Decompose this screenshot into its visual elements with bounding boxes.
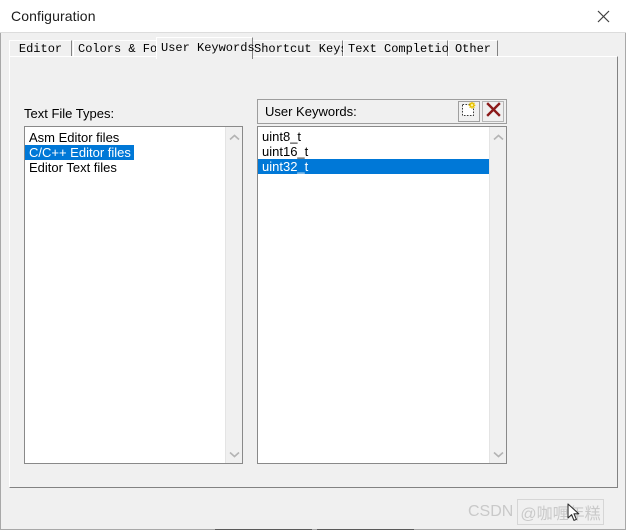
dialog-body: Editor Colors & Fonts User Keywords Shor… [0, 33, 626, 530]
delete-x-icon [485, 101, 501, 122]
list-item[interactable]: uint16_t [258, 144, 489, 159]
dialog-footer: OK Cancel [1, 492, 625, 530]
tab-shortcut-keys-label: Shortcut Keys [254, 42, 348, 56]
text-file-types-label: Text File Types: [24, 106, 115, 121]
tab-other-label: Other [454, 42, 491, 56]
text-file-types-listbox[interactable]: Asm Editor files C/C++ Editor files Edit… [24, 126, 243, 464]
tab-text-completion-label: Text Completion [348, 42, 457, 56]
user-keywords-label: User Keywords: [265, 104, 357, 119]
chevron-up-icon [228, 128, 240, 146]
list-item-label-selected: C/C++ Editor files [25, 145, 134, 160]
list-item[interactable]: Editor Text files [25, 159, 225, 175]
list-item-selected[interactable]: uint32_t [258, 159, 489, 174]
list-item[interactable]: C/C++ Editor files [25, 144, 225, 160]
chevron-down-icon [492, 445, 504, 463]
user-keywords-list: uint8_t uint16_t uint32_t [258, 127, 489, 174]
scroll-up-button[interactable] [226, 128, 242, 145]
configuration-dialog: Configuration Editor Colors & Fonts User… [0, 0, 626, 530]
delete-keyword-button[interactable] [482, 101, 504, 122]
user-keywords-header: User Keywords: [257, 99, 507, 124]
close-icon [597, 10, 610, 23]
scroll-up-button[interactable] [490, 128, 506, 145]
scroll-down-button[interactable] [226, 445, 242, 462]
tab-editor-label: Editor [18, 42, 63, 56]
keywords-scrollbar[interactable] [489, 127, 506, 463]
window-title: Configuration [11, 8, 96, 24]
tab-strip: Editor Colors & Fonts User Keywords Shor… [9, 37, 619, 59]
close-button[interactable] [581, 0, 626, 32]
file-types-scrollbar[interactable] [225, 127, 242, 463]
scroll-down-button[interactable] [490, 445, 506, 462]
tab-user-keywords-label: User Keywords [161, 41, 255, 55]
text-file-types-list: Asm Editor files C/C++ Editor files Edit… [25, 127, 225, 175]
user-keywords-listbox[interactable]: uint8_t uint16_t uint32_t [257, 126, 507, 464]
list-item-label: Asm Editor files [29, 130, 120, 145]
tab-user-keywords[interactable]: User Keywords [156, 37, 255, 59]
new-item-icon [461, 101, 477, 122]
new-keyword-button[interactable] [458, 101, 480, 122]
tab-page-user-keywords: Text File Types: Asm Editor files C/C++ … [9, 56, 618, 488]
chevron-down-icon [228, 445, 240, 463]
list-item-label: Editor Text files [29, 160, 117, 175]
chevron-up-icon [492, 128, 504, 146]
list-item[interactable]: Asm Editor files [25, 129, 225, 145]
title-bar: Configuration [0, 0, 626, 33]
list-item[interactable]: uint8_t [258, 129, 489, 144]
